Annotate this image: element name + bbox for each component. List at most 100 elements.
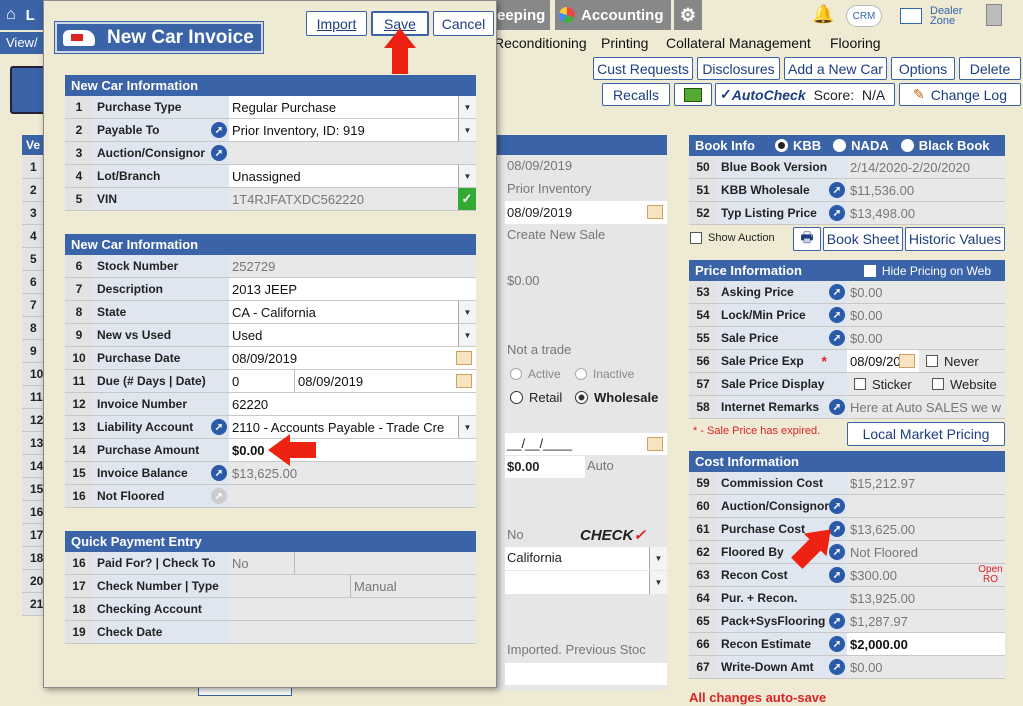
middle-blank-field[interactable] [505,663,667,685]
field-value[interactable] [229,142,476,164]
field-value[interactable]: $11,536.00 [847,179,1005,201]
middle-date-field[interactable]: 08/09/2019 [505,201,667,224]
lookup-icon[interactable]: ➚ [829,659,845,675]
blank-select[interactable]: ▼ [505,571,667,594]
cancel-button[interactable]: Cancel [433,11,494,36]
historic-values-button[interactable]: Historic Values [905,227,1005,251]
menu-reconditioning[interactable]: Reconditioning [494,35,587,51]
field-value[interactable]: Regular Purchase ▼ [229,96,476,118]
field-value-2[interactable]: Manual [351,575,476,597]
lookup-icon[interactable]: ➚ [211,122,227,138]
field-extra[interactable]: Website [925,373,1005,395]
kbb-radio[interactable]: KBB [775,138,821,153]
lookup-icon[interactable]: ➚ [211,465,227,481]
field-value[interactable]: $0.00 [847,656,1005,678]
local-market-pricing-button[interactable]: Local Market Pricing [847,422,1005,446]
field-value[interactable] [229,621,476,643]
dealer-zone-button[interactable]: Dealer Zone [900,4,970,28]
field-value-2[interactable]: 08/09/2019 [295,370,476,392]
field-value[interactable]: $0.00 [847,304,1005,326]
field-value[interactable]: $0.00 [229,439,476,461]
check-logo[interactable]: CHECK✓ [580,526,646,544]
field-extra[interactable]: Never [919,350,1005,372]
field-value[interactable]: Used ▼ [229,324,476,346]
field-value[interactable]: 2013 JEEP [229,278,476,300]
field-value[interactable]: Sticker [847,373,925,395]
calendar-icon[interactable] [456,374,472,388]
calendar-icon[interactable] [899,354,915,368]
lookup-icon[interactable]: ➚ [829,498,845,514]
bottom-field[interactable] [198,688,292,696]
field-value[interactable]: CA - California ▼ [229,301,476,323]
field-value[interactable] [229,598,476,620]
lookup-icon[interactable]: ➚ [829,205,845,221]
lookup-icon[interactable]: ➚ [211,145,227,161]
crm-button[interactable]: CRM [846,5,882,27]
tab-accounting[interactable]: Accounting [555,0,671,30]
menu-collateral[interactable]: Collateral Management [666,35,811,51]
lookup-icon[interactable]: ➚ [829,399,845,415]
active-radio[interactable]: Active [510,367,561,381]
lookup-icon[interactable]: ➚ [829,567,845,583]
field-value[interactable]: 2/14/2020-2/20/2020 [847,156,1005,178]
calendar-icon[interactable] [647,205,663,219]
calculator-icon[interactable] [986,4,1002,26]
field-value[interactable]: 252729 [229,255,476,277]
field-value[interactable] [229,575,351,597]
inactive-radio[interactable]: Inactive [575,367,634,381]
home-tab[interactable]: ⌂ L [0,0,45,30]
retail-radio[interactable]: Retail [510,390,562,405]
field-value-2[interactable] [295,552,476,574]
checkbox-icon[interactable] [854,378,866,390]
field-value[interactable]: Here at Auto SALES we w [847,396,1005,418]
field-extra[interactable]: Open RO [973,564,1005,586]
field-value[interactable]: 08/09/2019 [229,347,476,369]
lookup-icon[interactable]: ➚ [829,182,845,198]
field-value[interactable]: $0.00 [847,281,1005,303]
field-value[interactable]: 0 [229,370,295,392]
wholesale-radio[interactable]: Wholesale [575,390,658,405]
create-new-sale-link[interactable]: Create New Sale [507,227,605,242]
lookup-icon[interactable]: ➚ [829,307,845,323]
field-value[interactable]: $2,000.00 [847,633,1005,655]
options-button[interactable]: Options [891,57,955,80]
checkbox-icon[interactable] [926,355,938,367]
field-value[interactable]: Unassigned ▼ [229,165,476,187]
field-value[interactable] [229,485,476,507]
field-value[interactable]: $13,625.00 [847,518,1005,540]
autocheck-button[interactable]: ✓ AutoCheck Score: N/A [715,83,895,106]
field-value[interactable]: $15,212.97 [847,472,1005,494]
calendar-icon[interactable] [456,351,472,365]
field-value[interactable]: No [229,552,295,574]
cust-requests-button[interactable]: Cust Requests [593,57,693,80]
lookup-icon[interactable]: ➚ [211,488,227,504]
recalls-button[interactable]: Recalls [602,83,670,106]
lookup-icon[interactable]: ➚ [829,613,845,629]
print-button[interactable]: 🖶 [793,227,821,251]
field-value[interactable]: 1T4RJFATXDC562220 ✓ [229,188,476,210]
disclosures-button[interactable]: Disclosures [697,57,780,80]
state-select[interactable]: California ▼ [505,547,667,570]
lookup-icon[interactable]: ➚ [829,284,845,300]
black-book-radio[interactable]: Black Book [900,138,990,153]
hide-pricing-checkbox[interactable]: Hide Pricing on Web [863,264,991,278]
settings-tab[interactable]: ⚙ [674,0,702,30]
lookup-icon[interactable]: ➚ [211,419,227,435]
lookup-icon[interactable]: ➚ [829,330,845,346]
nada-radio[interactable]: NADA [833,138,889,153]
field-value[interactable]: Prior Inventory, ID: 919 ▼ [229,119,476,141]
field-value[interactable]: $300.00 [847,564,973,586]
import-button[interactable]: Import [306,11,367,36]
middle-amount-field[interactable]: $0.00 [505,456,585,478]
field-value[interactable]: $0.00 [847,327,1005,349]
field-value[interactable]: 08/09/2019 [847,350,919,372]
add-new-car-button[interactable]: Add a New Car [784,57,887,80]
field-value[interactable]: Not Floored [847,541,1005,563]
field-value[interactable] [847,495,1005,517]
field-value[interactable]: 62220 [229,393,476,415]
menu-flooring[interactable]: Flooring [830,35,881,51]
calendar-icon[interactable] [647,437,663,451]
change-log-button[interactable]: ✎ Change Log [899,83,1021,106]
field-value[interactable]: $13,625.00 [229,462,476,484]
middle-date-blank[interactable]: __/__/____ [505,433,667,455]
